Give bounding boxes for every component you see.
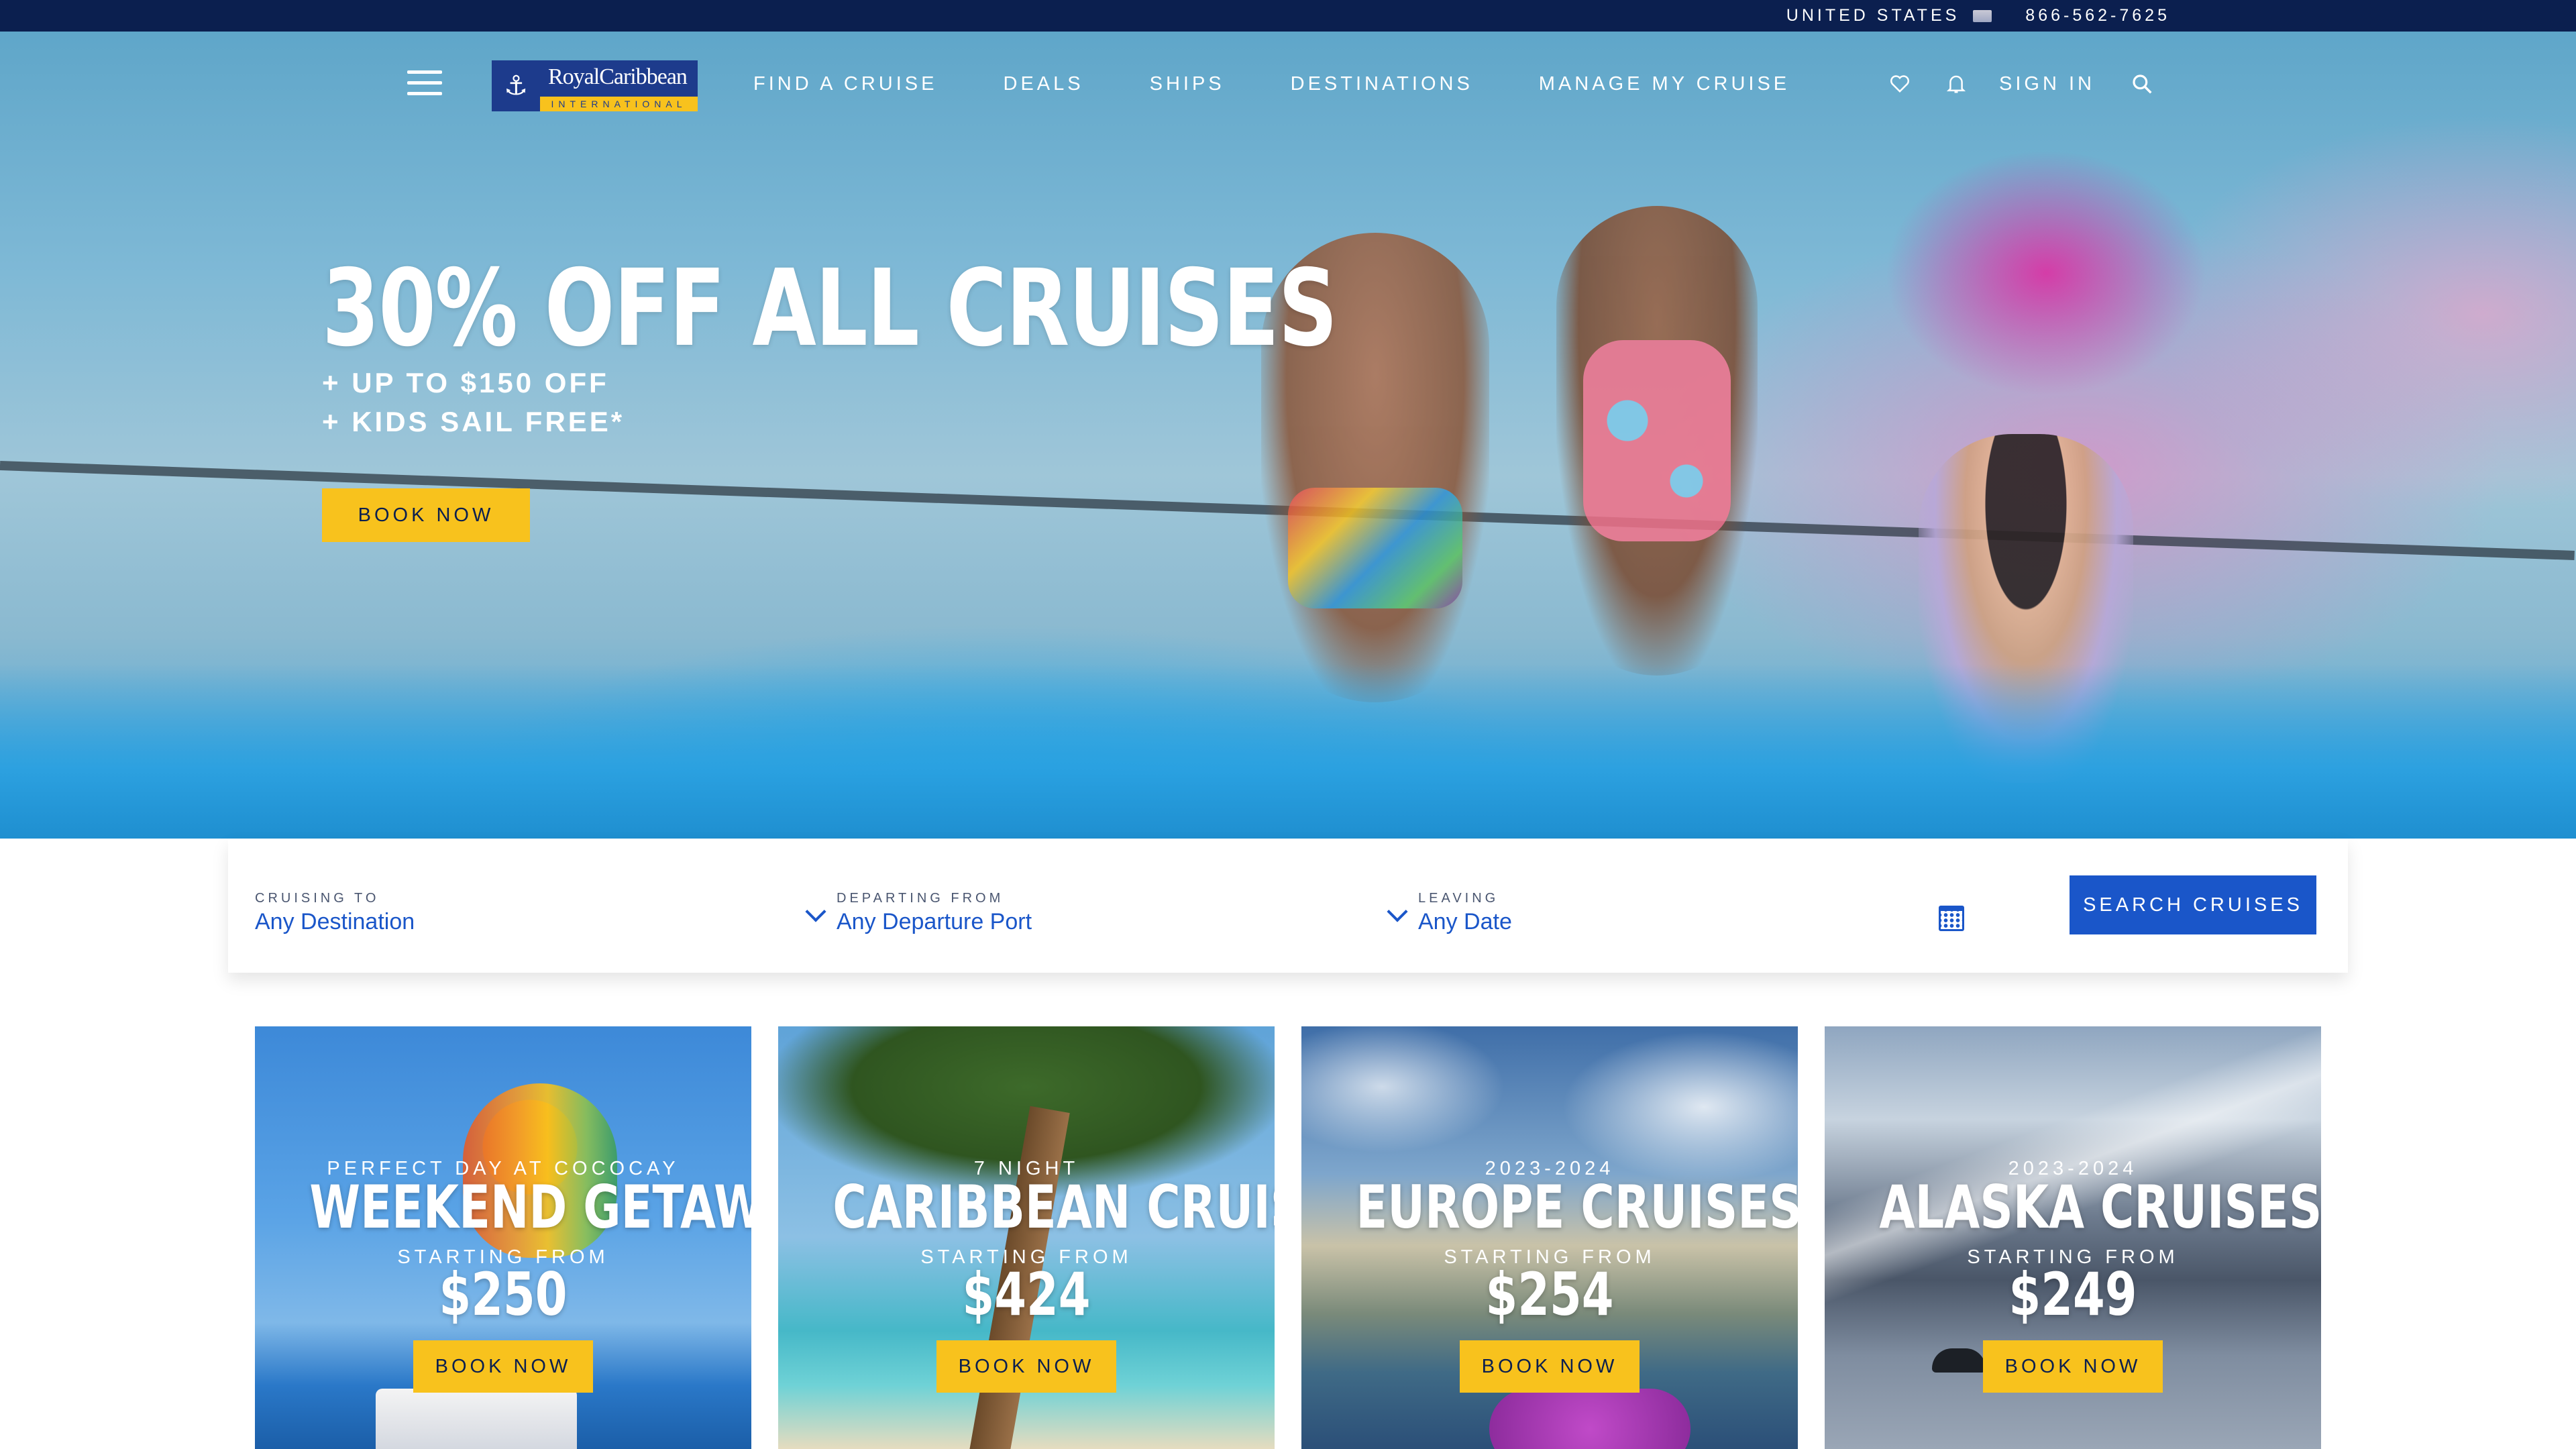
hero-title: 30% OFF ALL CRUISES <box>322 247 1338 370</box>
date-picker[interactable]: LEAVING Any Date <box>1418 891 1955 935</box>
date-value[interactable]: Any Date <box>1418 909 1955 935</box>
card-price: $250 <box>439 1260 568 1329</box>
cruise-search-panel: CRUISING TO Any Destination DEPARTING FR… <box>228 839 2348 973</box>
promo-card-caribbean[interactable]: 7 NIGHT CARIBBEAN CRUISES STARTING FROM … <box>778 1026 1275 1449</box>
heart-icon[interactable] <box>1886 70 1913 97</box>
flowers-image <box>1489 1389 1690 1449</box>
card-title: EUROPE CRUISES <box>1356 1173 1798 1242</box>
search-icon[interactable] <box>2129 70 2155 97</box>
card-book-now-button[interactable]: BOOK NOW <box>1460 1340 1640 1393</box>
card-book-now-button[interactable]: BOOK NOW <box>1983 1340 2163 1393</box>
whale-tail-image <box>1932 1348 1986 1373</box>
country-selector[interactable]: UNITED STATES <box>1786 6 1992 25</box>
card-book-now-button[interactable]: BOOK NOW <box>413 1340 593 1393</box>
bell-icon[interactable] <box>1943 70 1970 97</box>
departure-value[interactable]: Any Departure Port <box>837 909 1387 935</box>
destination-select[interactable]: CRUISING TO Any Destination <box>255 891 826 935</box>
nav-find-a-cruise[interactable]: FIND A CRUISE <box>753 70 938 97</box>
card-price: $249 <box>2008 1260 2137 1329</box>
hero-subline-2: + KIDS SAIL FREE* <box>322 406 625 437</box>
card-price: $254 <box>1485 1260 1614 1329</box>
search-cruises-button[interactable]: SEARCH CRUISES <box>2070 875 2316 934</box>
card-title: ALASKA CRUISES <box>1879 1173 2321 1242</box>
nav-utilities: SIGN IN <box>1886 70 2185 97</box>
ship-image <box>376 1389 577 1449</box>
nav-destinations[interactable]: DESTINATIONS <box>1291 70 1473 97</box>
nav-links: FIND A CRUISE DEALS SHIPS DESTINATIONS M… <box>753 70 1856 97</box>
card-title: WEEKEND GETAWAYS <box>309 1173 751 1242</box>
crown-anchor-icon: ⚓ <box>492 60 540 111</box>
nav-manage-my-cruise[interactable]: MANAGE MY CRUISE <box>1539 70 1790 97</box>
nav-ships[interactable]: SHIPS <box>1150 70 1225 97</box>
promo-card-alaska[interactable]: 2023-2024 ALASKA CRUISES STARTING FROM $… <box>1825 1026 2321 1449</box>
promo-card-weekend[interactable]: PERFECT DAY AT COCOCAY WEEKEND GETAWAYS … <box>255 1026 751 1449</box>
nav-deals[interactable]: DEALS <box>1004 70 1084 97</box>
chevron-down-icon[interactable] <box>805 901 826 922</box>
hero-book-now-button[interactable]: BOOK NOW <box>322 488 530 542</box>
menu-icon[interactable] <box>407 70 442 96</box>
hero-copy: 30% OFF ALL CRUISES + UP TO $150 OFF + K… <box>322 255 1623 440</box>
card-book-now-button[interactable]: BOOK NOW <box>936 1340 1116 1393</box>
promo-card-europe[interactable]: 2023-2024 EUROPE CRUISES STARTING FROM $… <box>1301 1026 1798 1449</box>
chevron-down-icon[interactable] <box>1387 901 1408 922</box>
departure-label: DEPARTING FROM <box>837 891 1004 906</box>
destination-label: CRUISING TO <box>255 891 380 906</box>
hero-subline-1: + UP TO $150 OFF <box>322 367 609 398</box>
hero-pool-water <box>0 664 2576 839</box>
brand-tagline: INTERNATIONAL <box>540 97 698 111</box>
sign-in-link[interactable]: SIGN IN <box>1999 73 2095 95</box>
us-flag-icon <box>1973 9 1992 22</box>
departure-select[interactable]: DEPARTING FROM Any Departure Port <box>837 891 1408 935</box>
country-label[interactable]: UNITED STATES <box>1786 6 1960 25</box>
card-title: CARIBBEAN CRUISES <box>833 1173 1275 1242</box>
brand-logo[interactable]: ⚓ RoyalCaribbean INTERNATIONAL <box>492 60 698 111</box>
phone-number[interactable]: 866-562-7625 <box>2025 6 2170 25</box>
promo-cards: PERFECT DAY AT COCOCAY WEEKEND GETAWAYS … <box>255 1026 2321 1449</box>
date-label: LEAVING <box>1418 891 1499 906</box>
main-nav: ⚓ RoyalCaribbean INTERNATIONAL FIND A CR… <box>0 32 2576 139</box>
brand-name: RoyalCaribbean <box>548 64 688 89</box>
utility-bar: UNITED STATES 866-562-7625 <box>0 0 2576 32</box>
destination-value[interactable]: Any Destination <box>255 909 805 935</box>
calendar-icon[interactable] <box>1939 906 1964 931</box>
card-price: $424 <box>962 1260 1091 1329</box>
